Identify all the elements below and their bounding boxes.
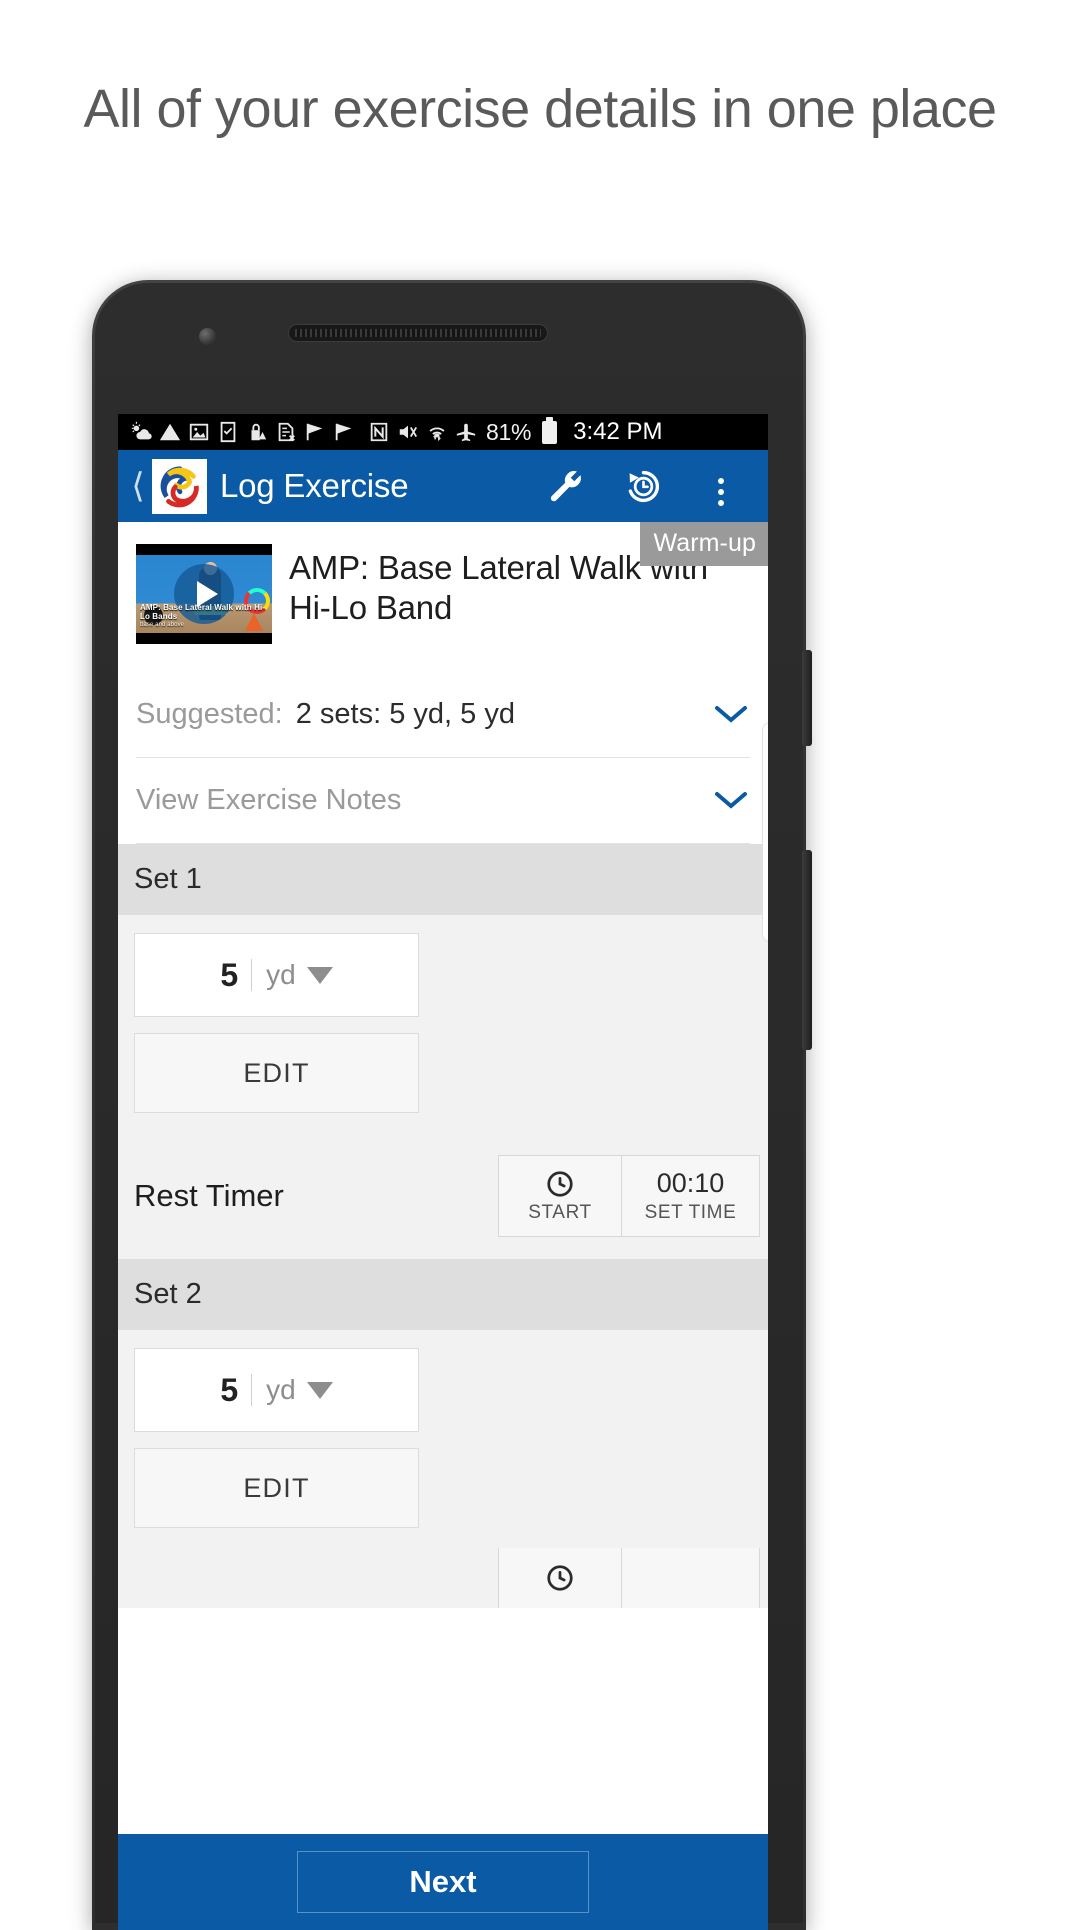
caret-down-icon[interactable]: [306, 1381, 333, 1399]
thumbnail-caption: AMP: Base Lateral Walk with Hi-Lo Bands …: [140, 603, 272, 630]
set-unit: yd: [266, 1374, 296, 1405]
rest-timer-label: Rest Timer: [134, 1178, 284, 1213]
settings-wrench-button[interactable]: [526, 450, 604, 522]
earpiece-speaker: [288, 324, 548, 342]
rest-timer-row-partial: [118, 1548, 768, 1608]
rest-timer-row: Rest Timer START 00:10 SET TIME: [118, 1133, 768, 1259]
weather-partly-cloudy-icon: [131, 421, 152, 440]
set-value: 5: [220, 1374, 253, 1406]
rest-timer-start-label: START: [528, 1201, 592, 1223]
scrollbar[interactable]: [762, 722, 768, 942]
power-button[interactable]: [802, 850, 812, 1050]
chevron-down-icon[interactable]: [714, 786, 748, 816]
set-unit: yd: [266, 959, 296, 990]
battery-full-icon: [542, 416, 558, 444]
app-bar-actions: [526, 450, 760, 522]
battery-percent: 81%: [486, 418, 532, 445]
suggested-value: 2 sets: 5 yd, 5 yd: [295, 698, 515, 730]
edit-button[interactable]: EDIT: [134, 1033, 419, 1113]
bottom-action-bar: Next: [118, 1834, 768, 1930]
rest-timer-set-time-button[interactable]: 00:10 SET TIME: [622, 1155, 760, 1237]
app-bar: ⟨ Log Exercise: [118, 450, 768, 522]
status-badge: Warm-up: [640, 522, 768, 566]
flag-icon: [306, 423, 323, 441]
back-chevron-left-icon[interactable]: ⟨: [126, 469, 150, 503]
caret-down-icon[interactable]: [306, 966, 333, 984]
promo-headline: All of your exercise details in one plac…: [83, 79, 997, 139]
clock-icon: [547, 1170, 573, 1197]
app-logo-icon[interactable]: [152, 458, 207, 514]
status-icons: 81% 3:42 PM: [130, 416, 760, 446]
set-value-input[interactable]: 5 yd: [134, 1348, 419, 1432]
clock-icon: [547, 1565, 573, 1591]
notes-label: View Exercise Notes: [136, 784, 402, 816]
history-button[interactable]: [604, 450, 682, 522]
next-button[interactable]: Next: [297, 1851, 589, 1913]
suggested-row[interactable]: Suggested: 2 sets: 5 yd, 5 yd: [136, 672, 750, 758]
wifi-transfer-icon: [429, 427, 445, 442]
volume-mute-vibrate-icon: [399, 425, 418, 439]
suggested-label: Suggested:: [136, 698, 283, 730]
status-time: 3:42 PM: [573, 418, 663, 445]
exercise-video-thumbnail[interactable]: AMP: Base Lateral Walk with Hi-Lo Bands …: [136, 544, 272, 644]
set-value: 5: [220, 959, 253, 991]
checkbox-note-icon: [220, 421, 236, 443]
exercise-content: Warm-up AMP: Base Lateral Walk with Hi-L…: [118, 522, 768, 1930]
rest-timer-set-time-button[interactable]: [622, 1548, 760, 1608]
phone-device-frame: 81% 3:42 PM ⟨ Log Exercise Warm-up AMP: …: [92, 280, 812, 1930]
front-camera-icon: [199, 328, 216, 345]
thumbnail-letterbox-top: [136, 544, 272, 555]
chevron-down-icon[interactable]: [714, 700, 748, 730]
set-header: Set 1: [118, 844, 768, 915]
rest-timer-start-button[interactable]: [498, 1548, 622, 1608]
rest-timer-time-value: 00:10: [656, 1168, 725, 1198]
rest-timer-controls: START 00:10 SET TIME: [498, 1155, 760, 1237]
view-exercise-notes-row[interactable]: View Exercise Notes: [136, 758, 750, 844]
history-clock-icon: [628, 470, 659, 502]
image-icon: [189, 423, 209, 441]
lock-alert-icon: [251, 423, 267, 441]
status-bar: 81% 3:42 PM: [118, 414, 768, 450]
set-header: Set 2: [118, 1259, 768, 1330]
set-body: 5 yd EDIT: [118, 915, 768, 1133]
phone-screen: 81% 3:42 PM ⟨ Log Exercise Warm-up AMP: …: [118, 414, 768, 1930]
warning-triangle-icon: [159, 423, 181, 441]
flag-icon: [335, 423, 352, 441]
overflow-menu-icon: [718, 477, 724, 484]
rest-timer-start-button[interactable]: START: [498, 1155, 622, 1237]
wrench-icon: [550, 470, 581, 501]
volume-button[interactable]: [802, 650, 812, 746]
nfc-icon: [370, 422, 388, 442]
set-body: 5 yd EDIT: [118, 1330, 768, 1548]
overflow-menu-button[interactable]: [682, 450, 760, 522]
set-value-input[interactable]: 5 yd: [134, 933, 419, 1017]
thumbnail-subcaption-text: base and above: [140, 622, 185, 628]
airplane-mode-icon: [456, 423, 476, 442]
edit-button[interactable]: EDIT: [134, 1448, 419, 1528]
app-bar-title: Log Exercise: [220, 467, 409, 504]
rest-timer-time-label: SET TIME: [644, 1202, 737, 1223]
thumbnail-caption-text: AMP: Base Lateral Walk with Hi-Lo Bands: [140, 603, 266, 621]
sim-card-error-icon: [278, 422, 295, 442]
thumbnail-letterbox-bottom: [136, 633, 272, 644]
